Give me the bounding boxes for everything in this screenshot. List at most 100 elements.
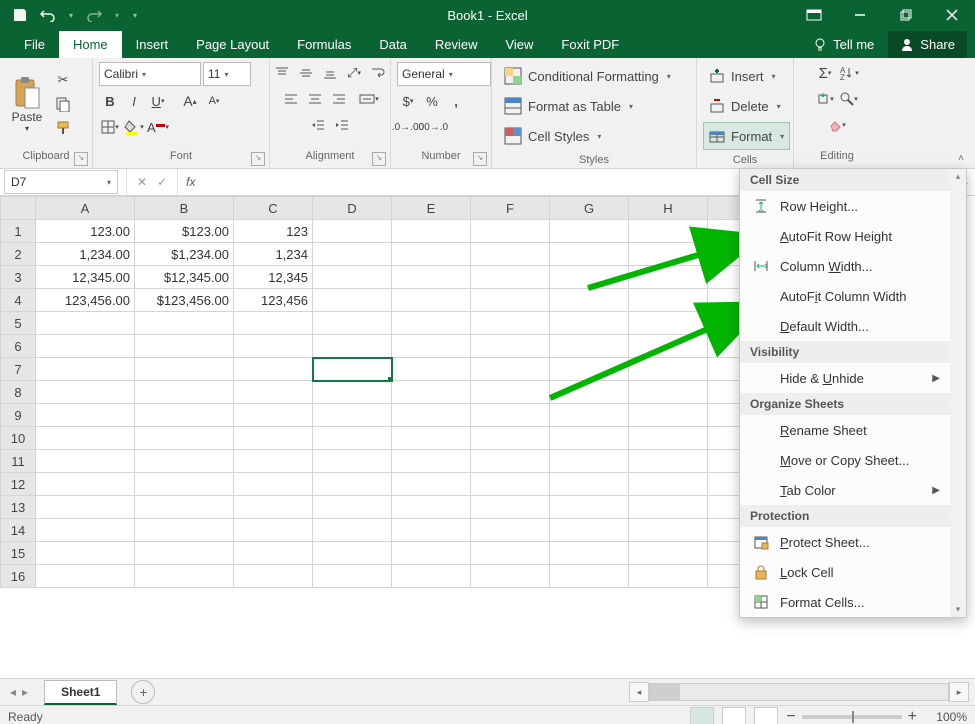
decrease-decimal-button[interactable]: .00→.0 bbox=[421, 116, 443, 138]
cell-E16[interactable] bbox=[392, 565, 471, 588]
paste-button[interactable]: Paste▾ bbox=[6, 68, 48, 140]
cell-G4[interactable] bbox=[550, 289, 629, 312]
italic-button[interactable]: I bbox=[123, 90, 145, 112]
cell-G16[interactable] bbox=[550, 565, 629, 588]
minimize-button[interactable] bbox=[837, 0, 883, 30]
cell-A14[interactable] bbox=[36, 519, 135, 542]
cell-G11[interactable] bbox=[550, 450, 629, 473]
cell-H14[interactable] bbox=[629, 519, 708, 542]
row-header-16[interactable]: 16 bbox=[1, 565, 36, 588]
cell-E2[interactable] bbox=[392, 243, 471, 266]
tab-foxit-pdf[interactable]: Foxit PDF bbox=[547, 31, 633, 58]
cell-D12[interactable] bbox=[313, 473, 392, 496]
insert-function-button[interactable]: fx bbox=[178, 175, 203, 189]
column-header-G[interactable]: G bbox=[550, 197, 629, 220]
cell-H11[interactable] bbox=[629, 450, 708, 473]
cell-F5[interactable] bbox=[471, 312, 550, 335]
menu-item-rename-sheet[interactable]: Rename Sheet bbox=[740, 415, 950, 445]
cell-A12[interactable] bbox=[36, 473, 135, 496]
menu-item-default-width[interactable]: Default Width... bbox=[740, 311, 950, 341]
bold-button[interactable]: B bbox=[99, 90, 121, 112]
cell-B8[interactable] bbox=[135, 381, 234, 404]
cell-E1[interactable] bbox=[392, 220, 471, 243]
column-header-E[interactable]: E bbox=[392, 197, 471, 220]
borders-button[interactable]: ▾ bbox=[99, 116, 121, 138]
cell-F15[interactable] bbox=[471, 542, 550, 565]
cell-F10[interactable] bbox=[471, 427, 550, 450]
align-bottom-button[interactable] bbox=[319, 62, 341, 84]
row-header-10[interactable]: 10 bbox=[1, 427, 36, 450]
qat-customize[interactable]: ▾ bbox=[128, 3, 142, 27]
cell-G5[interactable] bbox=[550, 312, 629, 335]
cell-E7[interactable] bbox=[392, 358, 471, 381]
select-all-corner[interactable] bbox=[1, 197, 36, 220]
row-header-15[interactable]: 15 bbox=[1, 542, 36, 565]
menu-item-move-or-copy-sheet[interactable]: Move or Copy Sheet... bbox=[740, 445, 950, 475]
cell-B6[interactable] bbox=[135, 335, 234, 358]
cell-D16[interactable] bbox=[313, 565, 392, 588]
underline-button[interactable]: U▾ bbox=[147, 90, 169, 112]
cell-B16[interactable] bbox=[135, 565, 234, 588]
cell-A9[interactable] bbox=[36, 404, 135, 427]
cell-B11[interactable] bbox=[135, 450, 234, 473]
decrease-indent-button[interactable] bbox=[307, 114, 329, 136]
cell-E13[interactable] bbox=[392, 496, 471, 519]
column-header-F[interactable]: F bbox=[471, 197, 550, 220]
column-header-H[interactable]: H bbox=[629, 197, 708, 220]
cell-F7[interactable] bbox=[471, 358, 550, 381]
cell-B4[interactable]: $123,456.00 bbox=[135, 289, 234, 312]
cell-H6[interactable] bbox=[629, 335, 708, 358]
new-sheet-button[interactable]: + bbox=[131, 680, 155, 704]
cell-E15[interactable] bbox=[392, 542, 471, 565]
cell-E12[interactable] bbox=[392, 473, 471, 496]
cell-A8[interactable] bbox=[36, 381, 135, 404]
cell-H3[interactable] bbox=[629, 266, 708, 289]
cell-E10[interactable] bbox=[392, 427, 471, 450]
tab-file[interactable]: File bbox=[10, 31, 59, 58]
cell-B15[interactable] bbox=[135, 542, 234, 565]
cell-G14[interactable] bbox=[550, 519, 629, 542]
cell-D15[interactable] bbox=[313, 542, 392, 565]
cell-E14[interactable] bbox=[392, 519, 471, 542]
row-header-7[interactable]: 7 bbox=[1, 358, 36, 381]
cell-D3[interactable] bbox=[313, 266, 392, 289]
row-header-11[interactable]: 11 bbox=[1, 450, 36, 473]
cell-C4[interactable]: 123,456 bbox=[234, 289, 313, 312]
tab-view[interactable]: View bbox=[491, 31, 547, 58]
font-color-button[interactable]: A▾ bbox=[147, 116, 169, 138]
cell-C5[interactable] bbox=[234, 312, 313, 335]
cell-F3[interactable] bbox=[471, 266, 550, 289]
row-header-9[interactable]: 9 bbox=[1, 404, 36, 427]
percent-format-button[interactable]: % bbox=[421, 90, 443, 112]
delete-cells-button[interactable]: Delete▾ bbox=[703, 92, 787, 120]
zoom-slider[interactable] bbox=[802, 715, 902, 719]
cell-G6[interactable] bbox=[550, 335, 629, 358]
cell-F14[interactable] bbox=[471, 519, 550, 542]
cell-F1[interactable] bbox=[471, 220, 550, 243]
cell-D10[interactable] bbox=[313, 427, 392, 450]
row-header-1[interactable]: 1 bbox=[1, 220, 36, 243]
row-header-14[interactable]: 14 bbox=[1, 519, 36, 542]
cell-G7[interactable] bbox=[550, 358, 629, 381]
cell-G13[interactable] bbox=[550, 496, 629, 519]
tab-formulas[interactable]: Formulas bbox=[283, 31, 365, 58]
menu-item-tab-color[interactable]: Tab Color▶ bbox=[740, 475, 950, 505]
cell-D2[interactable] bbox=[313, 243, 392, 266]
row-header-3[interactable]: 3 bbox=[1, 266, 36, 289]
clear-button[interactable]: ▾ bbox=[826, 114, 848, 136]
cell-D11[interactable] bbox=[313, 450, 392, 473]
cell-G1[interactable] bbox=[550, 220, 629, 243]
close-button[interactable] bbox=[929, 0, 975, 30]
clipboard-dialog-launcher[interactable]: ↘ bbox=[74, 152, 88, 166]
cell-F4[interactable] bbox=[471, 289, 550, 312]
menu-item-autofit-row-height[interactable]: AutoFit Row Height bbox=[740, 221, 950, 251]
comma-format-button[interactable]: , bbox=[445, 90, 467, 112]
cell-A13[interactable] bbox=[36, 496, 135, 519]
cell-A11[interactable] bbox=[36, 450, 135, 473]
cell-A4[interactable]: 123,456.00 bbox=[36, 289, 135, 312]
cell-H16[interactable] bbox=[629, 565, 708, 588]
align-top-button[interactable] bbox=[271, 62, 293, 84]
cancel-formula-button[interactable]: ✕ bbox=[137, 175, 147, 189]
undo-button[interactable] bbox=[36, 3, 60, 27]
insert-cells-button[interactable]: Insert▾ bbox=[703, 62, 782, 90]
